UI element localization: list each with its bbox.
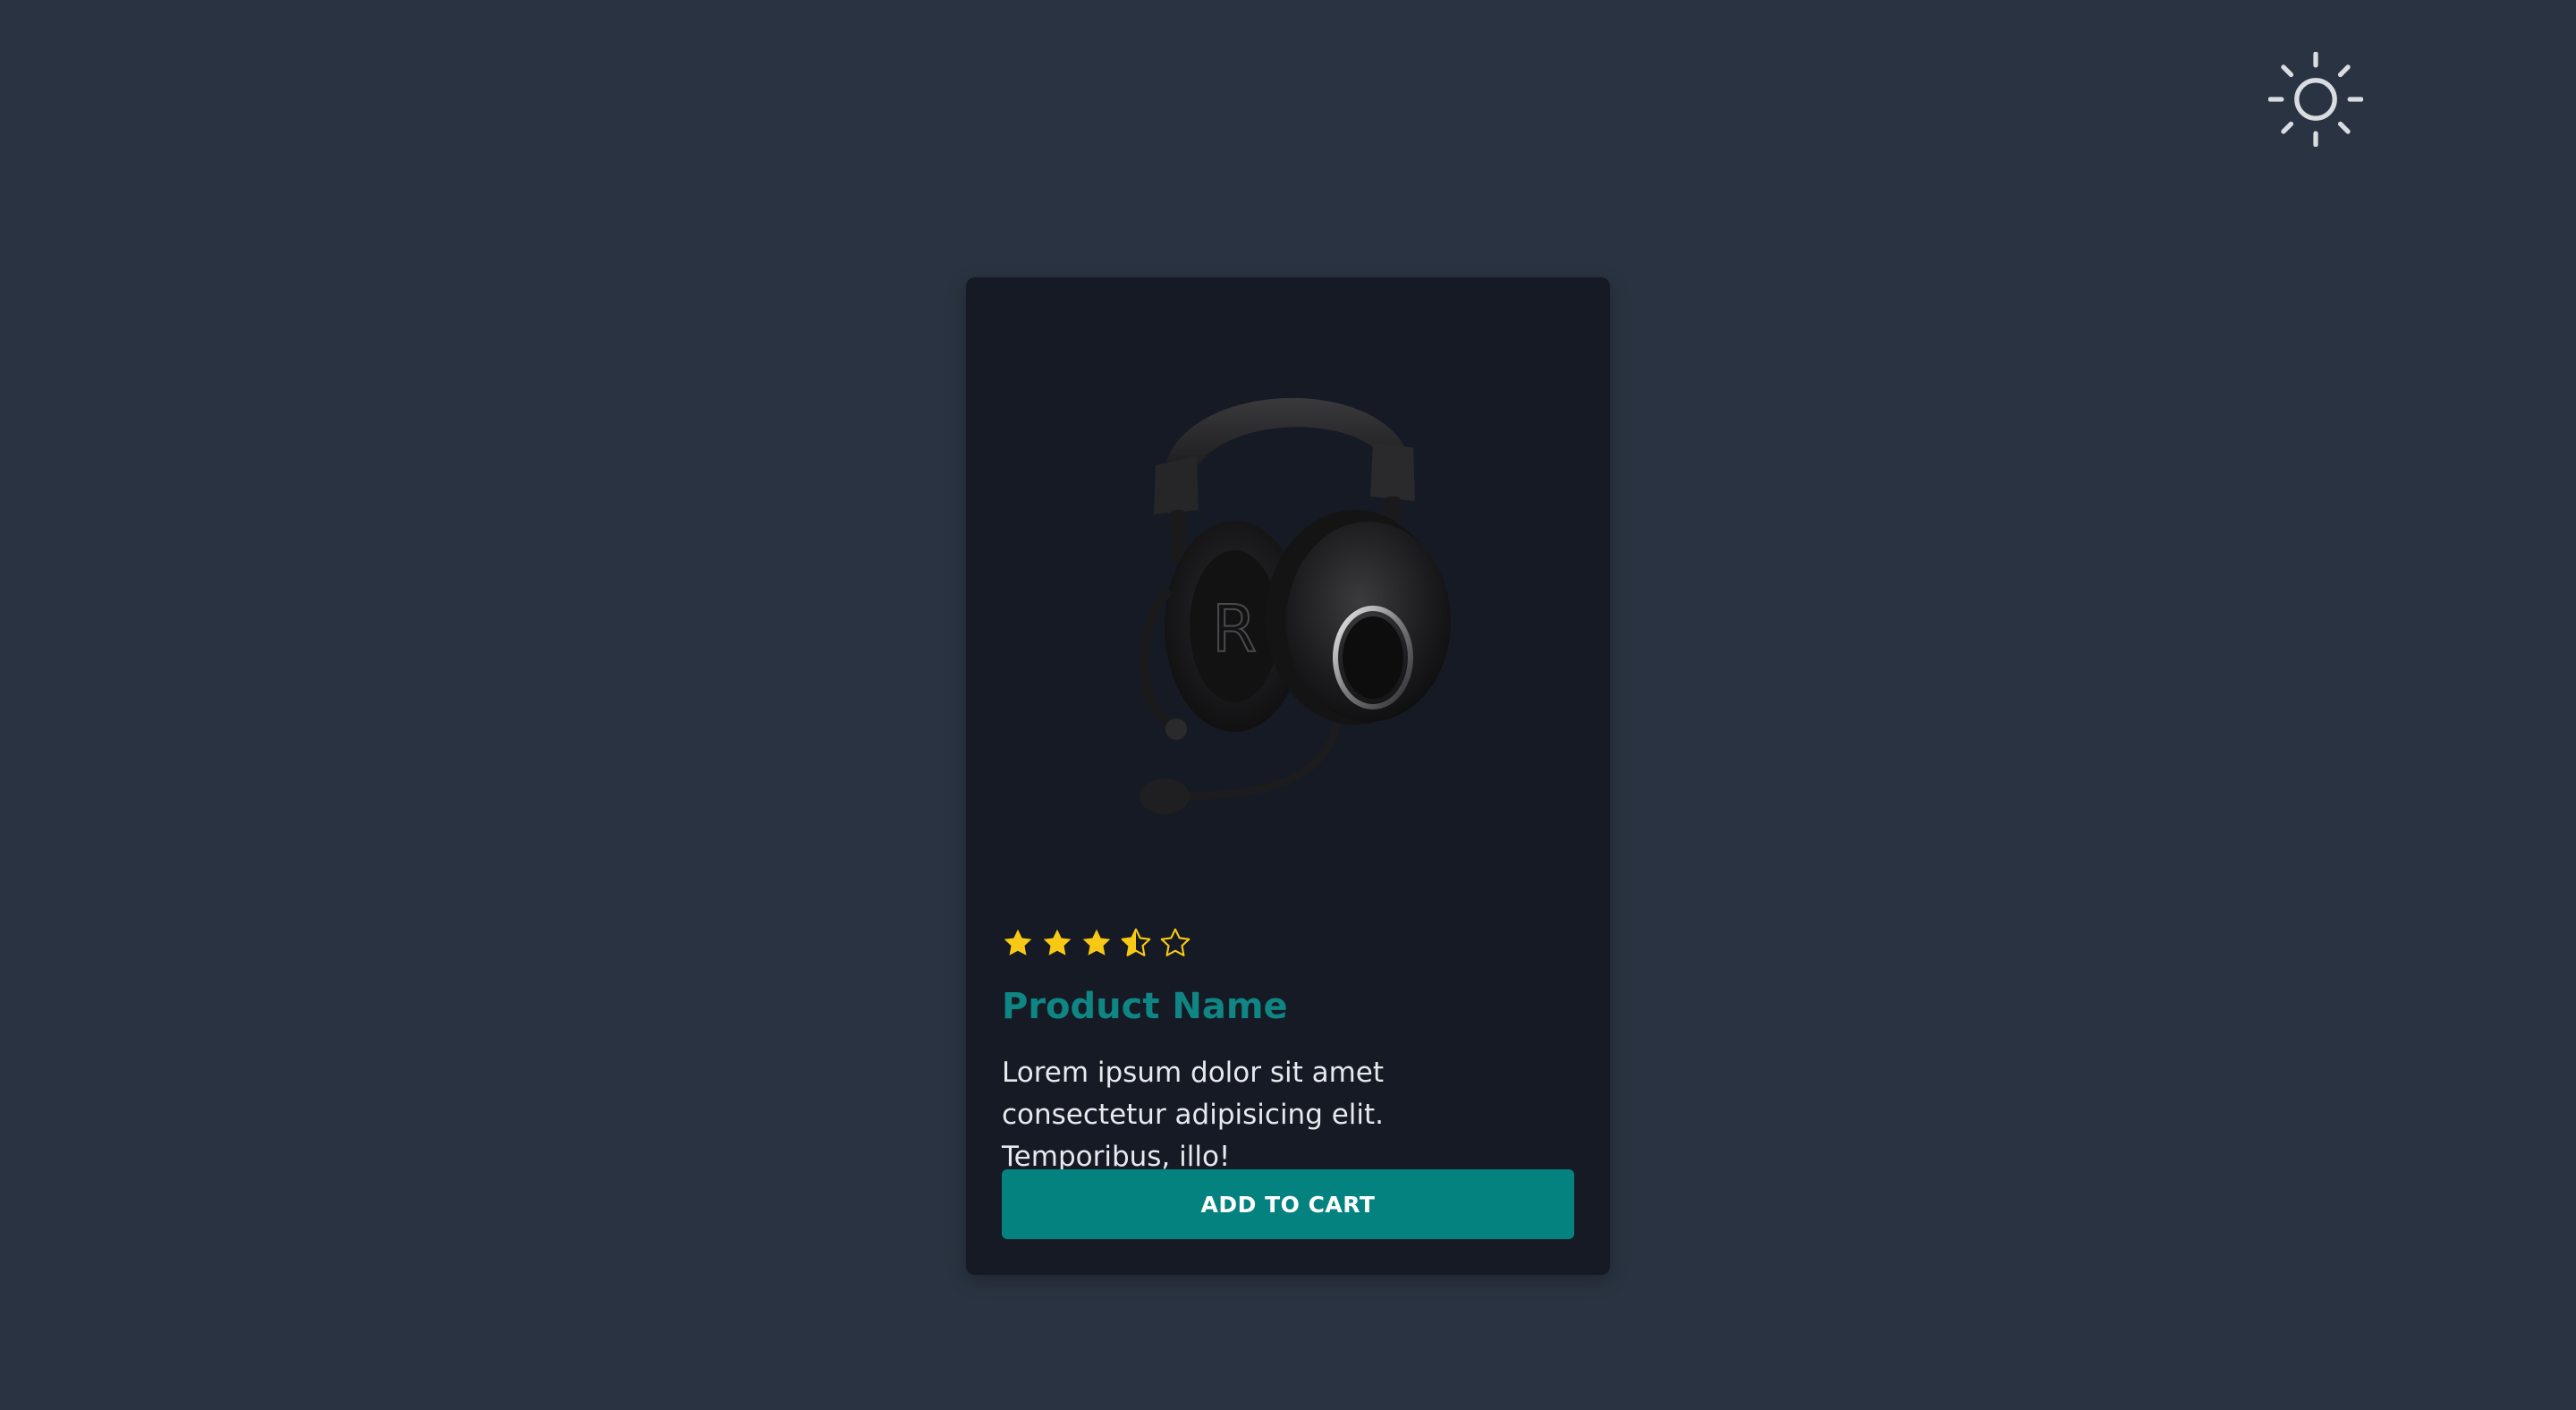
star-rating	[1002, 927, 1191, 963]
add-to-cart-button[interactable]: ADD TO CART	[1002, 1169, 1574, 1239]
product-card: R Product Name Lorem ipsum dolor sit ame…	[966, 277, 1610, 1275]
sun-icon	[2268, 52, 2363, 147]
headset-image: R	[1140, 397, 1451, 814]
star-filled-icon	[1043, 929, 1072, 956]
star-half-icon	[1121, 928, 1151, 956]
star-empty-icon	[1160, 928, 1191, 956]
product-description: Lorem ipsum dolor sit amet consectetur a…	[1002, 1057, 1385, 1173]
product-name: Product Name	[1002, 986, 1288, 1027]
svg-text:R: R	[1212, 591, 1257, 667]
star-filled-icon	[1004, 929, 1032, 956]
star-filled-icon	[1082, 929, 1111, 956]
theme-toggle-button[interactable]	[2268, 52, 2363, 147]
